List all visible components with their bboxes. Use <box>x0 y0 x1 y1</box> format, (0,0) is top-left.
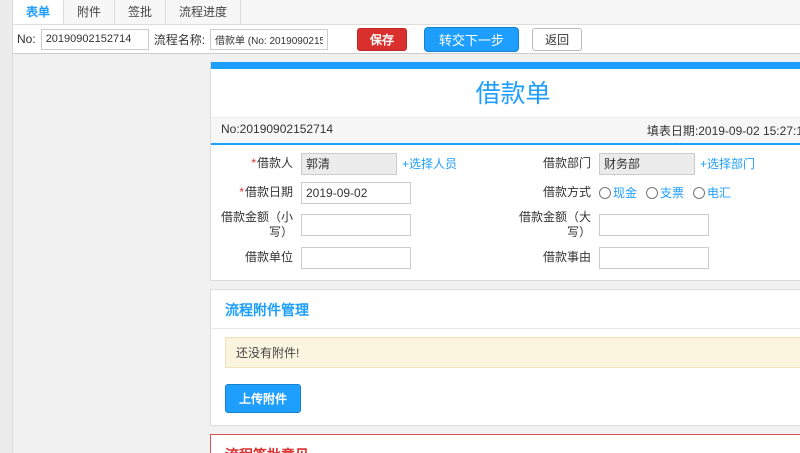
borrow-reason-input[interactable] <box>599 246 709 269</box>
left-sidebar-strip <box>0 0 13 453</box>
amount-uppercase-field-row: 借款金额（大写） <box>513 207 800 243</box>
process-no-input[interactable] <box>40 28 149 50</box>
borrow-date-label: *借款日期 <box>239 185 293 199</box>
panel-accent-bar <box>211 62 800 69</box>
amount-uppercase-label: 借款金额（大写） <box>518 210 591 239</box>
borrower-input[interactable] <box>301 152 397 175</box>
borrow-unit-label: 借款单位 <box>244 250 293 264</box>
borrow-reason-field-row: 借款事由 <box>513 243 800 272</box>
select-department-link[interactable]: +选择部门 <box>700 155 755 172</box>
approval-panel: 流程签批意见 B I abc A A ∞ ⚑ ≔ ≡ ⇤ ⇥ <box>210 434 800 453</box>
method-field-row: 借款方式 现金 支票 电汇 <box>513 178 800 207</box>
department-label: 借款部门 <box>542 156 591 170</box>
borrower-field-row: *借款人 +选择人员 <box>215 149 513 178</box>
tab-bar: 表单 附件 签批 流程进度 <box>13 0 800 25</box>
form-meta-row: No:20190902152714 填表日期:2019-09-02 15:27:… <box>211 117 800 143</box>
approval-panel-title: 流程签批意见 <box>211 435 800 453</box>
borrow-date-field-row: *借款日期 <box>215 178 513 207</box>
department-field-row: 借款部门 +选择部门 <box>513 149 800 178</box>
divider <box>211 328 800 329</box>
select-person-link[interactable]: +选择人员 <box>402 155 457 172</box>
upload-attachment-button[interactable]: 上传附件 <box>225 384 302 413</box>
wire-radio-label: 电汇 <box>707 186 732 200</box>
page-title: 借款单 <box>475 80 551 108</box>
tab-progress[interactable]: 流程进度 <box>166 0 242 24</box>
borrow-unit-field-row: 借款单位 <box>215 243 513 272</box>
department-input[interactable] <box>599 152 695 175</box>
borrower-label: *借款人 <box>251 156 293 170</box>
cash-radio-label: 现金 <box>613 186 638 200</box>
borrow-unit-input[interactable] <box>301 246 411 269</box>
check-radio[interactable] <box>646 186 659 199</box>
form-no-text: No:20190902152714 <box>221 122 334 136</box>
method-option-wire[interactable]: 电汇 <box>693 184 731 201</box>
next-step-button[interactable]: 转交下一步 <box>424 26 520 52</box>
cash-radio[interactable] <box>599 186 611 199</box>
attachment-panel-title: 流程附件管理 <box>225 302 309 318</box>
form-date-text: 填表日期:2019-09-02 15:27:1 <box>646 124 800 138</box>
toolbar: No: 流程名称: 保存 转交下一步 返回 <box>13 25 800 54</box>
method-option-cash[interactable]: 现金 <box>599 184 637 201</box>
main-content: 借款单 No:20190902152714 填表日期:2019-09-02 15… <box>210 62 800 453</box>
method-option-check[interactable]: 支票 <box>646 184 684 201</box>
form-fields: *借款人 +选择人员 借款部门 +选择部门 *借款日期 借款方式 <box>211 145 800 280</box>
borrow-date-input[interactable] <box>301 181 411 204</box>
amount-uppercase-input[interactable] <box>599 214 709 236</box>
app-root: 表单 附件 签批 流程进度 No: 流程名称: 保存 转交下一步 返回 借款单 … <box>0 0 800 453</box>
no-attachment-message: 还没有附件! <box>225 337 800 368</box>
amount-lowercase-label: 借款金额（小写） <box>220 210 293 239</box>
back-button[interactable]: 返回 <box>532 27 583 51</box>
check-radio-label: 支票 <box>660 186 685 200</box>
tab-form[interactable]: 表单 <box>13 0 65 24</box>
tab-attachments[interactable]: 附件 <box>64 0 116 24</box>
wire-radio[interactable] <box>693 186 706 199</box>
process-no-label: No: <box>17 32 36 46</box>
process-name-label: 流程名称: <box>153 32 206 47</box>
tab-approval[interactable]: 签批 <box>115 0 167 24</box>
attachment-panel: 流程附件管理 还没有附件! 上传附件 <box>210 289 800 426</box>
borrow-reason-label: 借款事由 <box>542 250 591 264</box>
save-button[interactable]: 保存 <box>357 27 408 51</box>
required-asterisk: * <box>239 185 244 199</box>
method-radio-group: 现金 支票 电汇 <box>599 184 731 201</box>
amount-lowercase-field-row: 借款金额（小写） <box>215 207 513 243</box>
method-label: 借款方式 <box>542 185 591 199</box>
process-name-input[interactable] <box>210 28 329 50</box>
amount-lowercase-input[interactable] <box>301 214 411 236</box>
top-bars: 表单 附件 签批 流程进度 No: 流程名称: 保存 转交下一步 返回 <box>13 0 800 54</box>
loan-form-panel: 借款单 No:20190902152714 填表日期:2019-09-02 15… <box>210 62 800 281</box>
required-asterisk: * <box>251 156 256 170</box>
